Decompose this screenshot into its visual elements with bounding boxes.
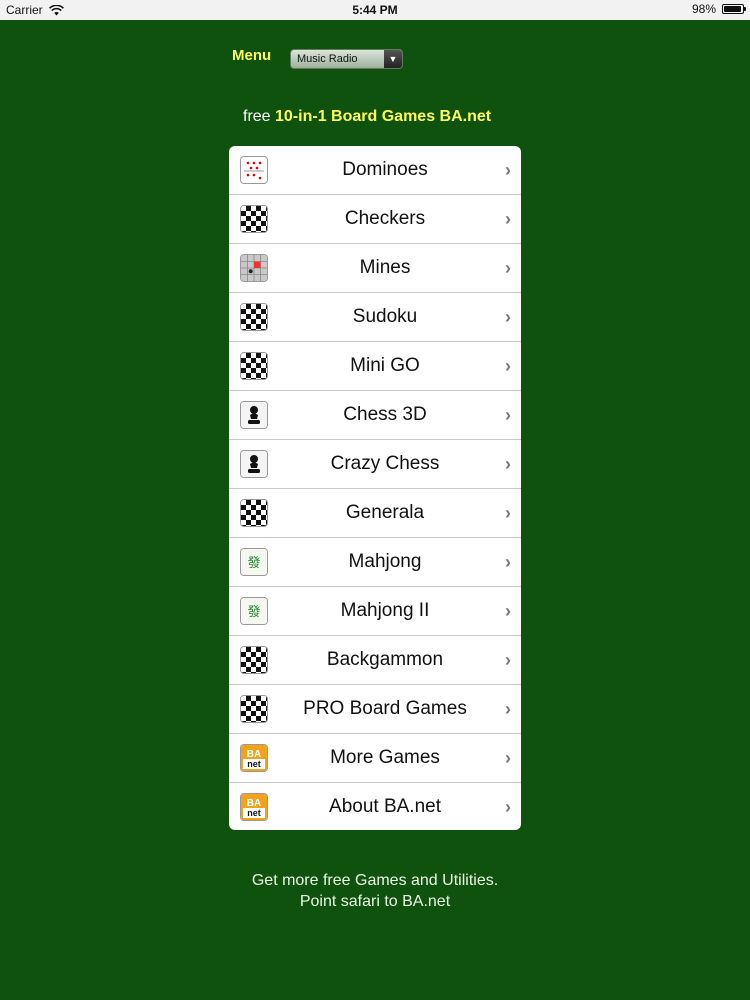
chevron-right-icon: › <box>505 748 511 768</box>
list-item-label: Mini GO <box>350 355 420 376</box>
list-item[interactable]: Sudoku › <box>229 293 521 342</box>
dropdown-arrow-icon[interactable]: ▼ <box>384 50 402 68</box>
list-item-label: Generala <box>345 502 425 523</box>
pawn-icon <box>240 401 268 429</box>
dominoes-icon <box>240 156 268 184</box>
status-bar: Carrier 5:44 PM 98% <box>0 0 750 20</box>
chevron-right-icon: › <box>505 258 511 278</box>
list-item-label: Backgammon <box>326 649 444 670</box>
heading-prefix: free <box>243 108 271 125</box>
list-item[interactable]: Dominoes › <box>229 146 521 195</box>
list-item-label: PRO Board Games <box>303 698 467 719</box>
chevron-right-icon: › <box>505 454 511 474</box>
chevron-right-icon: › <box>505 209 511 229</box>
svg-text:發: 發 <box>247 605 260 620</box>
list-item-label: Sudoku <box>352 306 418 327</box>
chevron-right-icon: › <box>505 552 511 572</box>
list-item[interactable]: PRO Board Games › <box>229 685 521 734</box>
list-item[interactable]: Mini GO › <box>229 342 521 391</box>
list-item[interactable]: Checkers › <box>229 195 521 244</box>
checkerboard-icon <box>240 205 268 233</box>
list-item[interactable]: Crazy Chess › <box>229 440 521 489</box>
chevron-right-icon: › <box>505 503 511 523</box>
checkerboard-icon <box>240 646 268 674</box>
chevron-right-icon: › <box>505 307 511 327</box>
chevron-right-icon: › <box>505 356 511 376</box>
chevron-right-icon: › <box>505 797 511 817</box>
list-item[interactable]: Backgammon › <box>229 636 521 685</box>
list-item-label: Dominoes <box>342 159 428 180</box>
list-item[interactable]: Generala › <box>229 489 521 538</box>
chevron-right-icon: › <box>505 405 511 425</box>
list-item-label: Mines <box>359 257 411 278</box>
checkerboard-icon <box>240 303 268 331</box>
list-item[interactable]: Chess 3D › <box>229 391 521 440</box>
mahjong-tile-icon: 發 <box>240 597 268 625</box>
menu-label: Menu <box>232 47 272 64</box>
list-item-label: More Games <box>330 747 440 768</box>
music-radio-dropdown[interactable]: Music Radio ▼ <box>290 49 403 69</box>
battery-icon <box>722 4 746 14</box>
svg-text:net: net <box>247 759 261 769</box>
list-item[interactable]: 發 Mahjong II › <box>229 587 521 636</box>
battery-status: 98% <box>691 2 746 16</box>
list-item-label: Mahjong II <box>340 600 430 621</box>
list-item-label: Checkers <box>344 208 426 229</box>
checkerboard-icon <box>240 695 268 723</box>
list-item-label: About BA.net <box>329 795 441 817</box>
list-item-label: Crazy Chess <box>330 453 440 474</box>
list-item-label: Chess 3D <box>343 404 427 425</box>
dropdown-value: Music Radio <box>297 53 358 65</box>
mahjong-tile-icon: 發 <box>240 548 268 576</box>
chevron-right-icon: › <box>505 699 511 719</box>
mines-icon <box>240 254 268 282</box>
footer-text: Get more free Games and Utilities. Point… <box>0 870 750 912</box>
svg-text:發: 發 <box>247 556 260 571</box>
footer-line-2: Point safari to BA.net <box>299 893 451 910</box>
footer-line-1: Get more free Games and Utilities. <box>251 872 499 889</box>
ba-net-logo-icon: BA net <box>240 793 268 821</box>
svg-text:net: net <box>247 808 261 818</box>
checkerboard-icon <box>240 499 268 527</box>
games-list: Dominoes › Checkers › Mines › Sudoku › Mini GO › C… <box>229 146 521 830</box>
ba-net-logo-icon: BA net <box>240 744 268 772</box>
chevron-right-icon: › <box>505 160 511 180</box>
chevron-right-icon: › <box>505 650 511 670</box>
list-item[interactable]: Mines › <box>229 244 521 293</box>
list-item-label: Mahjong <box>348 551 422 572</box>
chevron-right-icon: › <box>505 601 511 621</box>
checkerboard-icon <box>240 352 268 380</box>
status-time: 5:44 PM <box>352 3 398 17</box>
battery-percent: 98% <box>691 2 716 16</box>
heading-brand: 10-in-1 Board Games BA.net <box>275 108 492 125</box>
list-item[interactable]: BA net About BA.net › <box>229 783 521 830</box>
list-item[interactable]: BA net More Games › <box>229 734 521 783</box>
page-heading: free 10-in-1 Board Games BA.net <box>243 108 491 126</box>
pawn-icon <box>240 450 268 478</box>
list-item[interactable]: 發 Mahjong › <box>229 538 521 587</box>
